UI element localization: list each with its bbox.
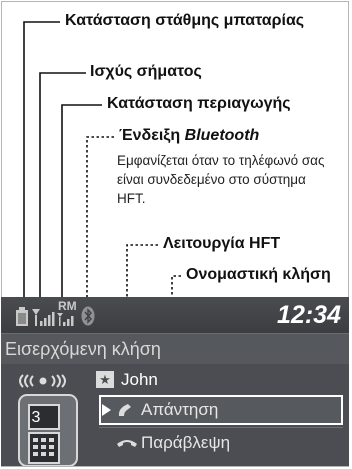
leader-bluetooth <box>86 136 114 300</box>
title-bar: Εισερχόμενη κλήση <box>1 333 349 364</box>
selection-arrow-icon <box>102 404 111 416</box>
battery-icon <box>16 307 28 326</box>
roaming-signal-icon <box>57 313 74 326</box>
roaming-indicator: RM <box>56 299 78 329</box>
leader-roaming <box>61 104 102 300</box>
ignore-label: Παράβλεψη <box>141 433 231 452</box>
status-bar: RM 12:34 <box>1 297 349 333</box>
signal-strength-icon <box>32 309 55 326</box>
clock: 12:34 <box>277 301 341 329</box>
answer-handset-icon <box>118 404 131 416</box>
hft-screen: RM 12:34 Εισερχόμενη κλήση 3 ★ John Απάν… <box>1 297 349 466</box>
contact-star-icon: ★ <box>96 371 114 388</box>
ignore-handset-icon <box>117 440 137 447</box>
screen-title: Εισερχόμενη κλήση <box>5 339 161 359</box>
roaming-label: RM <box>58 299 77 313</box>
caller-name: John <box>121 370 158 389</box>
mobile-phone-icon <box>18 394 78 466</box>
bluetooth-icon <box>81 306 95 326</box>
phone-digit: 3 <box>31 409 41 426</box>
incoming-call-waves-icon <box>19 374 66 388</box>
leader-battery <box>23 21 60 300</box>
answer-label: Απάντηση <box>141 400 219 419</box>
leader-signal <box>39 72 86 300</box>
